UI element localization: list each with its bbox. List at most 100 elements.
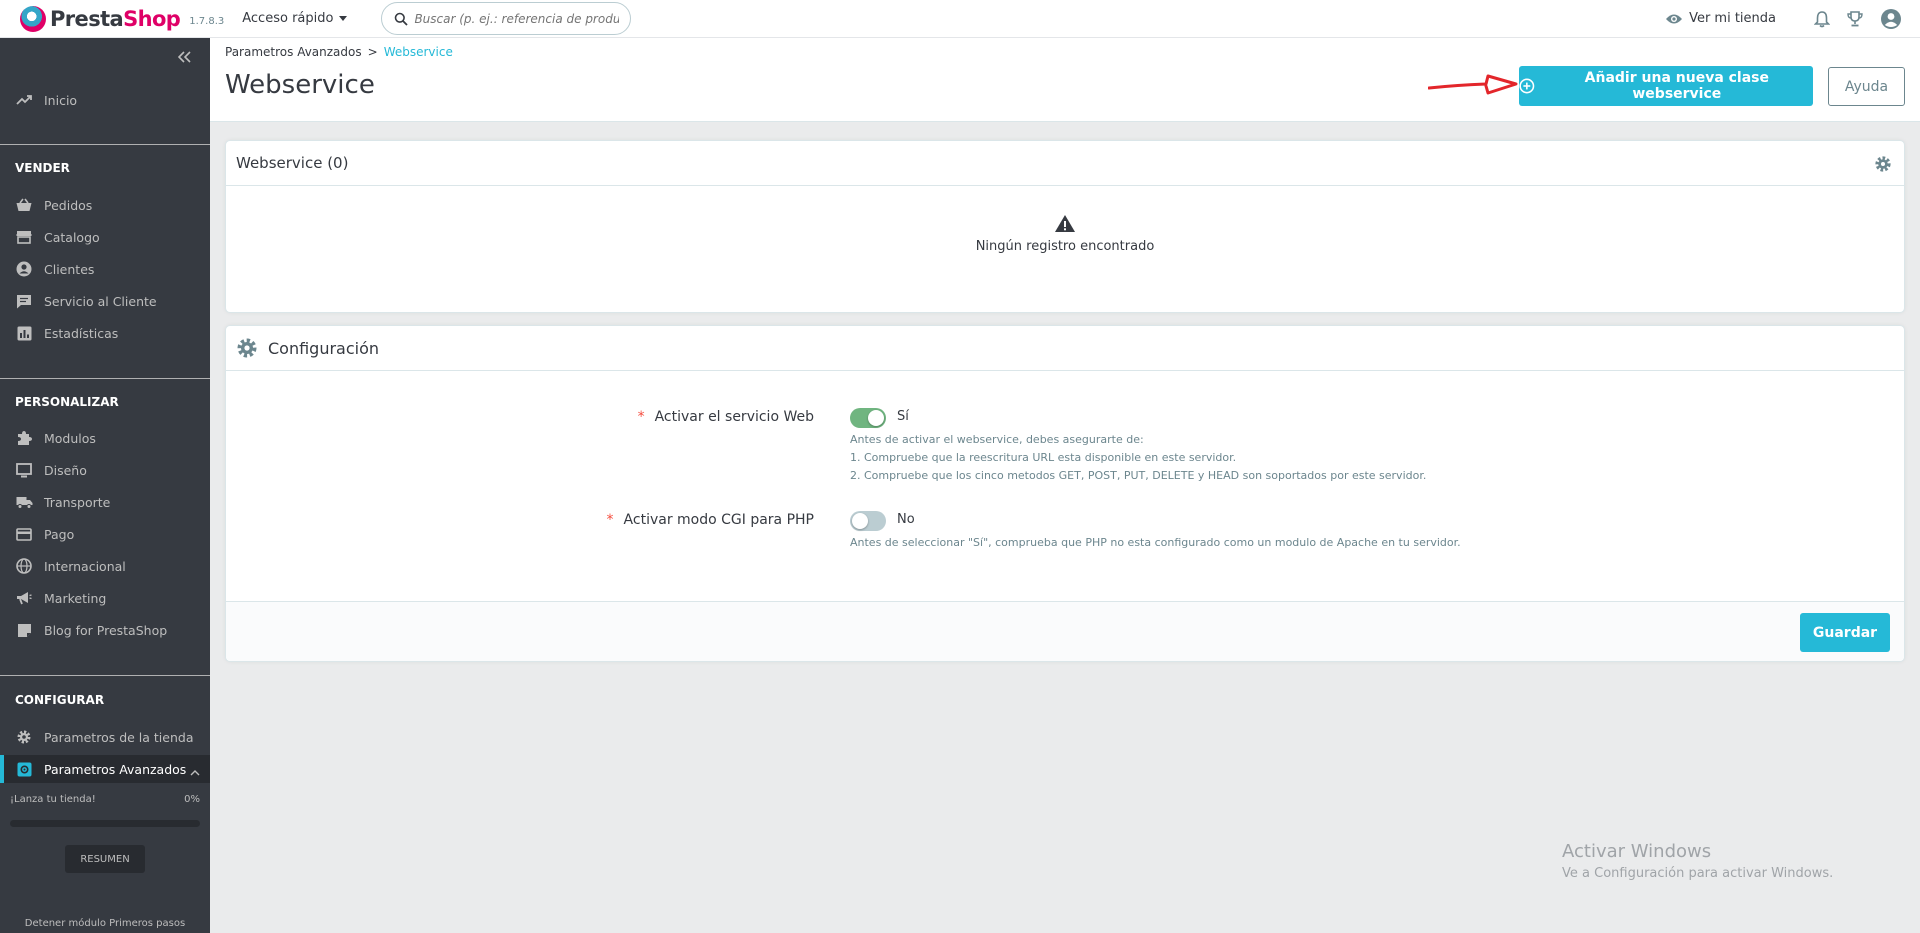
top-header: PrestaShop 1.7.8.3 Acceso rápido Ver mi … bbox=[0, 0, 1920, 38]
page-header: Parametros Avanzados > Webservice Webservi… bbox=[210, 38, 1920, 122]
activate-cgi-label-text: Activar modo CGI para PHP bbox=[623, 512, 814, 528]
sidebar-item-label: Parametros Avanzados bbox=[44, 761, 187, 777]
sidebar-item-clientes[interactable]: Clientes bbox=[0, 255, 210, 283]
globe-icon bbox=[15, 557, 33, 575]
view-store-label: Ver mi tienda bbox=[1689, 11, 1776, 26]
sidebar-item-label: Pedidos bbox=[44, 197, 93, 213]
sidebar-item-servicio-cliente[interactable]: Servicio al Cliente bbox=[0, 287, 210, 315]
save-button[interactable]: Guardar bbox=[1800, 613, 1890, 652]
watermark-line1: Activar Windows bbox=[1562, 841, 1712, 862]
configuration-panel: Configuración * Activar el servicio Web S… bbox=[225, 325, 1905, 662]
activate-webservice-state: Sí bbox=[897, 409, 909, 424]
version-label: 1.7.8.3 bbox=[189, 15, 225, 27]
puzzle-icon bbox=[15, 429, 33, 447]
sidebar-item-label: Blog for PrestaShop bbox=[44, 622, 168, 638]
quick-access-label: Acceso rápido bbox=[242, 11, 334, 26]
webservice-list-panel: Webservice (0) Ningún registro encontrad… bbox=[225, 140, 1905, 313]
credit-card-icon bbox=[15, 525, 33, 543]
add-webservice-button[interactable]: Añadir una nueva clase webservice bbox=[1519, 66, 1813, 106]
trophy-icon[interactable] bbox=[1846, 10, 1864, 28]
sidebar-item-internacional[interactable]: Internacional bbox=[0, 552, 210, 580]
activate-cgi-state: No bbox=[897, 512, 915, 527]
sidebar-item-pago[interactable]: Pago bbox=[0, 520, 210, 548]
sidebar-divider bbox=[0, 378, 210, 379]
truck-icon bbox=[15, 493, 33, 511]
sidebar-item-label: Diseño bbox=[44, 462, 87, 478]
sidebar-item-parametros-tienda[interactable]: Parametros de la tienda bbox=[0, 723, 210, 751]
breadcrumb: Parametros Avanzados > Webservice bbox=[225, 45, 453, 59]
caret-down-icon bbox=[339, 16, 348, 21]
sidebar-item-modulos[interactable]: Modulos bbox=[0, 424, 210, 452]
activate-webservice-label-text: Activar el servicio Web bbox=[654, 409, 814, 425]
settings-applications-icon bbox=[15, 760, 33, 778]
sidebar-item-diseno[interactable]: Diseño bbox=[0, 456, 210, 484]
note-icon bbox=[15, 621, 33, 639]
logo-text-shop: Shop bbox=[123, 6, 181, 31]
sidebar-item-catalogo[interactable]: Catalogo bbox=[0, 223, 210, 251]
search-icon bbox=[395, 12, 409, 26]
empty-message: Ningún registro encontrado bbox=[975, 239, 1155, 254]
sidebar-item-blog[interactable]: Blog for PrestaShop bbox=[0, 616, 210, 644]
sidebar-item-pedidos[interactable]: Pedidos bbox=[0, 191, 210, 219]
sidebar-item-inicio[interactable]: Inicio bbox=[0, 86, 210, 114]
gear-icon bbox=[237, 338, 257, 358]
required-asterisk: * bbox=[637, 409, 645, 425]
prestashop-logo[interactable]: PrestaShop bbox=[20, 5, 181, 32]
activate-cgi-toggle[interactable] bbox=[850, 511, 886, 531]
eye-icon bbox=[1666, 14, 1683, 23]
gear-icon[interactable] bbox=[1874, 155, 1892, 177]
sidebar-item-estadisticas[interactable]: Estadísticas bbox=[0, 319, 210, 347]
sidebar-item-label: Pago bbox=[44, 526, 75, 542]
help-button[interactable]: Ayuda bbox=[1828, 67, 1905, 106]
list-panel-title: Webservice (0) bbox=[236, 154, 349, 172]
summary-button[interactable]: RESUMEN bbox=[65, 845, 145, 873]
search-input[interactable] bbox=[414, 11, 620, 26]
section-title-vender: VENDER bbox=[15, 161, 70, 175]
config-panel-footer: Guardar bbox=[226, 601, 1904, 661]
help-text-line: 2. Compruebe que los cinco metodos GET, … bbox=[850, 469, 1427, 482]
section-title-personalizar: PERSONALIZAR bbox=[15, 395, 119, 409]
collapse-sidebar-icon[interactable] bbox=[177, 48, 192, 67]
desktop-monitor-icon bbox=[15, 461, 33, 479]
section-title-configurar: CONFIGURAR bbox=[15, 693, 105, 707]
config-panel-header: Configuración bbox=[226, 326, 1904, 371]
sidebar-item-transporte[interactable]: Transporte bbox=[0, 488, 210, 516]
search-box[interactable] bbox=[381, 2, 632, 35]
store-icon bbox=[15, 228, 33, 246]
page-title: Webservice bbox=[225, 70, 375, 100]
shopping-basket-icon bbox=[15, 196, 33, 214]
user-account-icon[interactable] bbox=[1880, 8, 1902, 30]
empty-state: Ningún registro encontrado bbox=[226, 186, 1904, 254]
sidebar-item-marketing[interactable]: Marketing bbox=[0, 584, 210, 612]
quick-access-dropdown[interactable]: Acceso rápido bbox=[242, 11, 348, 26]
stop-onboarding-link[interactable]: Detener módulo Primeros pasos bbox=[0, 918, 210, 929]
launch-store-row: ¡Lanza tu tienda! 0% bbox=[10, 794, 200, 805]
notifications-bell-icon[interactable] bbox=[1814, 10, 1830, 28]
sidebar-item-label: Estadísticas bbox=[44, 325, 119, 341]
help-text-line: Antes de seleccionar "Sí", comprueba que… bbox=[850, 536, 1461, 549]
sidebar-divider bbox=[0, 144, 210, 145]
sidebar-item-label: Clientes bbox=[44, 261, 95, 277]
red-annotation-arrow bbox=[1428, 74, 1518, 95]
activate-cgi-label: * Activar modo CGI para PHP bbox=[607, 512, 814, 528]
add-webservice-label: Añadir una nueva clase webservice bbox=[1584, 70, 1770, 102]
view-store-link[interactable]: Ver mi tienda bbox=[1665, 11, 1776, 26]
watermark-line2: Ve a Configuración para activar Windows. bbox=[1562, 866, 1834, 881]
sidebar-item-label: Marketing bbox=[44, 590, 107, 606]
activate-webservice-label: * Activar el servicio Web bbox=[638, 409, 814, 425]
breadcrumb-parent[interactable]: Parametros Avanzados bbox=[225, 45, 362, 59]
required-asterisk: * bbox=[606, 512, 614, 528]
sidebar-item-label: Catalogo bbox=[44, 229, 100, 245]
launch-store-label: ¡Lanza tu tienda! bbox=[10, 794, 96, 805]
help-text-line: Antes de activar el webservice, debes as… bbox=[850, 433, 1144, 446]
launch-store-percent: 0% bbox=[184, 794, 200, 805]
sidebar-item-label: Internacional bbox=[44, 558, 126, 574]
trending-up-icon bbox=[15, 91, 33, 109]
sidebar-item-label: Parametros de la tienda bbox=[44, 729, 194, 745]
activate-webservice-toggle[interactable] bbox=[850, 408, 886, 428]
gear-icon bbox=[15, 728, 33, 746]
sidebar-item-parametros-avanzados[interactable]: Parametros Avanzados bbox=[0, 755, 210, 783]
breadcrumb-current[interactable]: Webservice bbox=[384, 45, 453, 59]
add-circle-icon bbox=[1519, 78, 1535, 94]
list-panel-header: Webservice (0) bbox=[226, 141, 1904, 186]
